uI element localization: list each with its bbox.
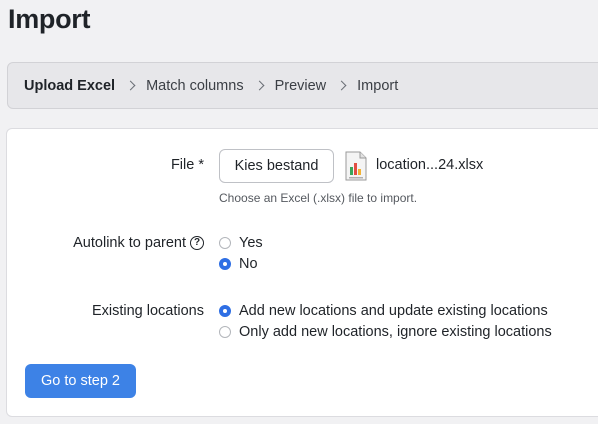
go-to-step-2-button[interactable]: Go to step 2 xyxy=(25,364,136,398)
autolink-label-text: Autolink to parent xyxy=(73,235,186,251)
question-circle-icon[interactable]: ? xyxy=(190,236,204,250)
step-upload-excel: Upload Excel xyxy=(24,77,116,94)
chevron-right-icon xyxy=(254,80,265,91)
autolink-yes-option[interactable]: Yes xyxy=(219,235,263,251)
file-label: File * xyxy=(171,157,204,173)
autolink-no-radio[interactable] xyxy=(219,258,231,270)
autolink-no-option[interactable]: No xyxy=(219,256,258,272)
autolink-no-label: No xyxy=(239,256,258,272)
existing-add-only-label: Only add new locations, ignore existing … xyxy=(239,324,552,340)
existing-add-only-radio[interactable] xyxy=(219,326,231,338)
existing-add-update-radio[interactable] xyxy=(219,305,231,317)
excel-file-icon xyxy=(345,151,367,181)
chevron-right-icon xyxy=(125,80,136,91)
selected-file-name: location...24.xlsx xyxy=(376,157,484,173)
autolink-yes-label: Yes xyxy=(239,235,263,251)
existing-locations-label: Existing locations xyxy=(92,303,204,319)
choose-file-button[interactable]: Kies bestand xyxy=(219,149,334,183)
existing-add-update-option[interactable]: Add new locations and update existing lo… xyxy=(219,303,548,319)
file-label-text: File * xyxy=(170,157,204,173)
chevron-right-icon xyxy=(336,80,347,91)
existing-add-only-option[interactable]: Only add new locations, ignore existing … xyxy=(219,324,552,340)
file-hint: Choose an Excel (.xlsx) file to import. xyxy=(219,191,418,205)
page-title: Import xyxy=(8,4,91,34)
step-match-columns: Match columns xyxy=(146,77,244,94)
autolink-label: Autolink to parent ? xyxy=(73,235,204,251)
import-form-card: File * Kies bestand location...24.xlsx C… xyxy=(6,128,598,417)
step-preview: Preview xyxy=(274,77,327,94)
step-import: Import xyxy=(357,77,399,94)
step-breadcrumb: Upload Excel Match columns Preview Impor… xyxy=(7,62,598,109)
autolink-yes-radio[interactable] xyxy=(219,237,231,249)
existing-locations-label-text: Existing locations xyxy=(91,303,204,319)
existing-add-update-label: Add new locations and update existing lo… xyxy=(239,303,548,319)
